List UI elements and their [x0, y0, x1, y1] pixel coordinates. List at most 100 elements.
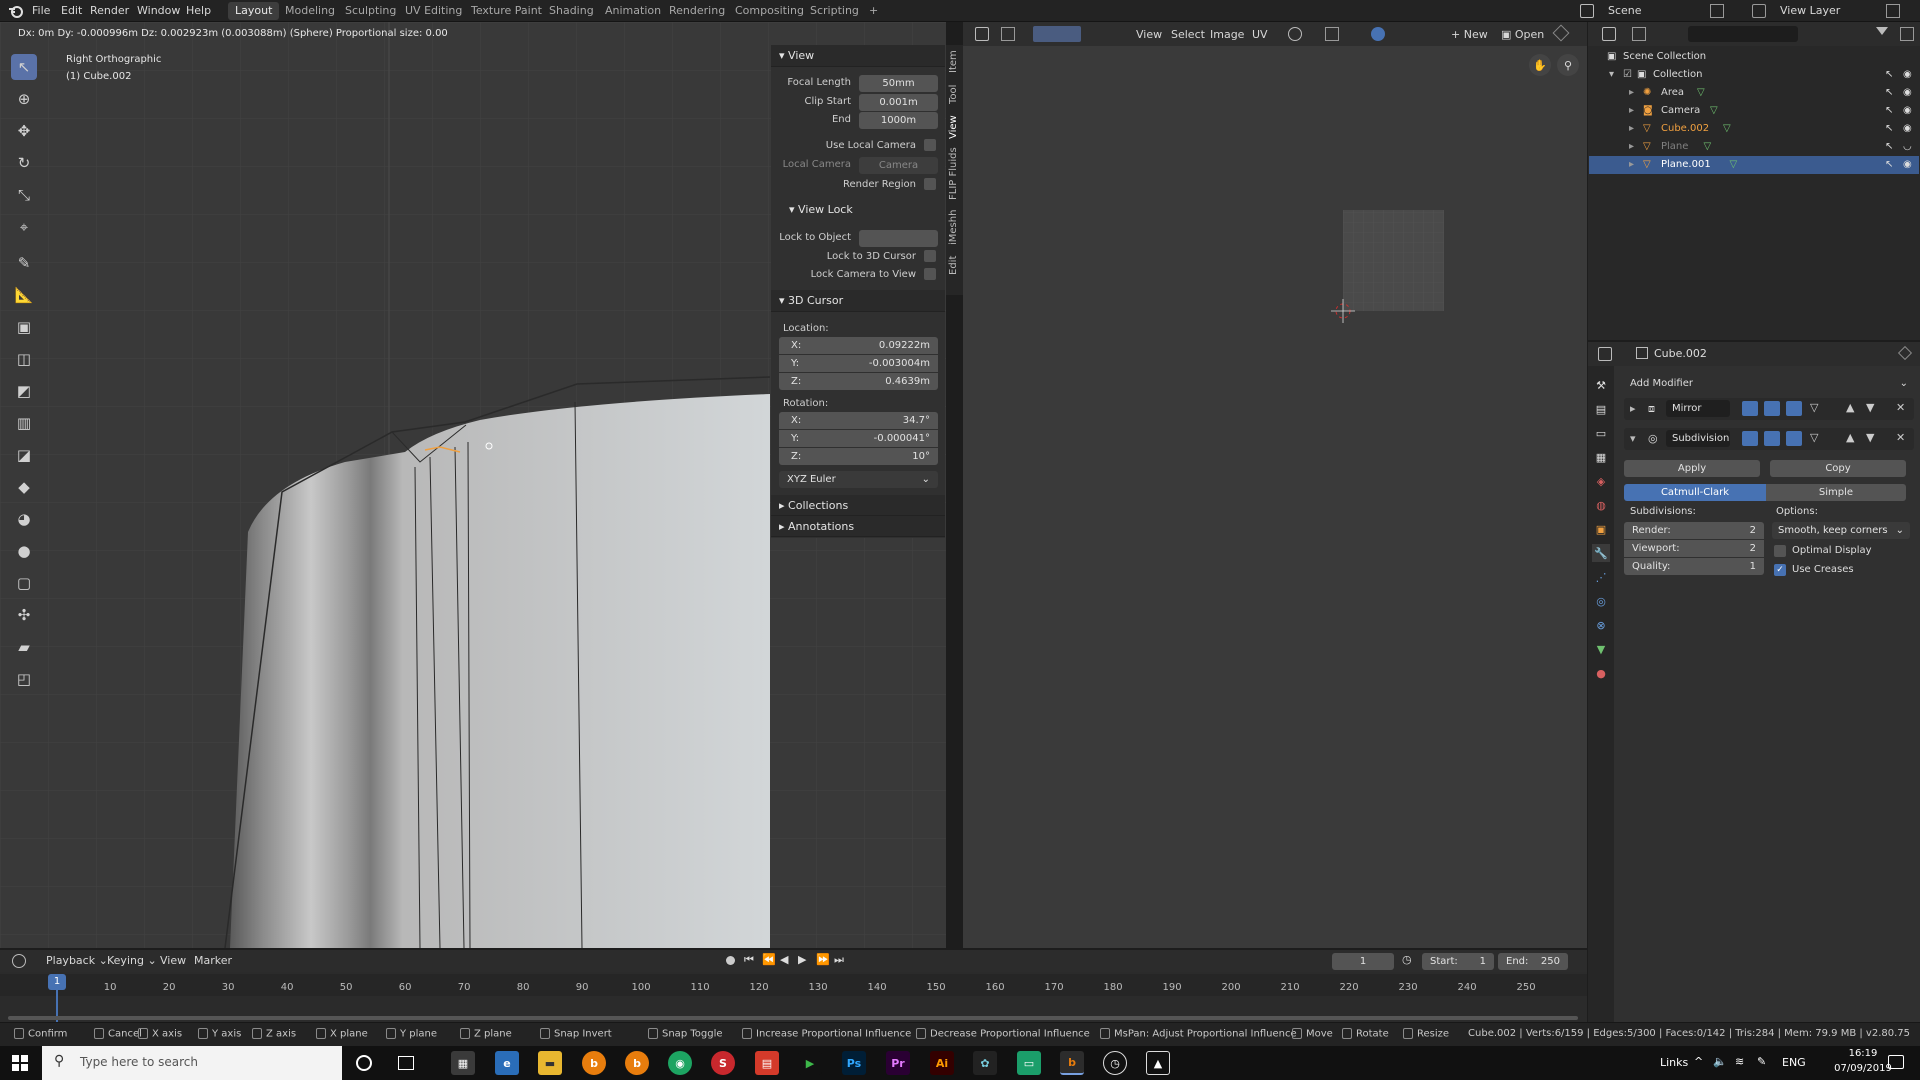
- focal-length-field[interactable]: 50mm: [859, 75, 938, 92]
- select-arrow-icon[interactable]: ↖: [1885, 138, 1893, 156]
- chevron-up-icon[interactable]: ^: [1694, 1055, 1703, 1068]
- collections-section-header[interactable]: ▸ Collections: [771, 495, 945, 516]
- tab-tool[interactable]: Tool: [948, 80, 963, 108]
- cursor-loc-z-field[interactable]: Z: 0.4639m: [779, 373, 938, 390]
- file-explorer-app-icon[interactable]: ▬: [538, 1051, 562, 1075]
- lock-camera-to-view-checkbox[interactable]: [924, 268, 936, 280]
- timeline-menu-playback[interactable]: Playback ⌄: [46, 953, 108, 969]
- extrude-tool-icon[interactable]: ▣: [11, 314, 37, 340]
- menu-edit[interactable]: Edit: [61, 3, 82, 19]
- play-store-app-icon[interactable]: ▶: [798, 1051, 822, 1075]
- premiere-app-icon[interactable]: Pr: [886, 1051, 910, 1075]
- outliner-item[interactable]: ▸ ◙ Camera ▽ ↖ ◉: [1589, 102, 1919, 120]
- chrome-app-icon[interactable]: ◉: [668, 1051, 692, 1075]
- expand-arrow-icon[interactable]: ▸: [1629, 138, 1634, 156]
- annotate-tool-icon[interactable]: ✎: [11, 250, 37, 276]
- smooth-tool-icon[interactable]: ●: [11, 538, 37, 564]
- tab-uv-editing[interactable]: UV Editing: [398, 2, 469, 20]
- pen-icon[interactable]: ✎: [1757, 1055, 1766, 1068]
- jump-end-icon[interactable]: ⏭: [834, 953, 844, 967]
- mesh-data-icon[interactable]: ▽: [1730, 156, 1738, 174]
- shear-tool-icon[interactable]: ▰: [11, 634, 37, 660]
- simple-button[interactable]: Simple: [1766, 484, 1906, 501]
- render-levels-field[interactable]: Render: 2: [1624, 522, 1764, 539]
- blender-app-icon-2[interactable]: b: [625, 1051, 649, 1075]
- wifi-icon[interactable]: ≋: [1735, 1055, 1744, 1068]
- mesh-data-icon[interactable]: ▽: [1697, 84, 1705, 102]
- image-editor[interactable]: View Select Image UV + New ▣ Open ✋ ⚲: [963, 22, 1587, 948]
- photos-app-icon[interactable]: ▲: [1146, 1051, 1170, 1075]
- scene-tab-icon[interactable]: ◈: [1592, 472, 1610, 490]
- mesh-data-icon[interactable]: ▽: [1723, 120, 1731, 138]
- tab-sculpting[interactable]: Sculpting: [338, 2, 403, 20]
- select-arrow-icon[interactable]: ↖: [1885, 84, 1893, 102]
- timeline-menu-keying[interactable]: Keying ⌄: [107, 953, 157, 969]
- viewport-toggle-icon[interactable]: [1764, 401, 1780, 416]
- rotation-mode-dropdown[interactable]: XYZ Euler ⌄: [779, 471, 938, 488]
- expand-arrow-icon[interactable]: ▸: [1629, 120, 1634, 138]
- 3d-cursor-section-header[interactable]: ▾ 3D Cursor: [771, 290, 945, 312]
- render-toggle-icon[interactable]: [1786, 431, 1802, 446]
- menu-window[interactable]: Window: [137, 3, 180, 19]
- scene-name[interactable]: Scene: [1608, 3, 1642, 19]
- app-icon-red[interactable]: S: [711, 1051, 735, 1075]
- display-mode-icon[interactable]: [1632, 27, 1646, 41]
- tab-view[interactable]: View: [948, 112, 963, 142]
- tab-flip-fluids[interactable]: FLIP Fluids: [948, 146, 963, 202]
- use-creases-checkbox[interactable]: ✓: [1774, 564, 1786, 576]
- current-frame-field[interactable]: 1: [1332, 953, 1394, 970]
- blender-logo-icon[interactable]: [8, 3, 24, 19]
- volume-icon[interactable]: 🔈: [1713, 1055, 1727, 1068]
- constraints-tab-icon[interactable]: ⊗: [1592, 616, 1610, 634]
- task-view-icon[interactable]: [398, 1056, 414, 1070]
- properties-type-icon[interactable]: [1598, 347, 1612, 361]
- jump-keyframe-forward-icon[interactable]: ⏩: [816, 953, 830, 966]
- tab-texture-paint[interactable]: Texture Paint: [464, 2, 549, 20]
- scene-browse-icon[interactable]: [1710, 4, 1724, 18]
- view-layer-name[interactable]: View Layer: [1780, 3, 1840, 19]
- tab-animation[interactable]: Animation: [598, 2, 668, 20]
- app-icon-colorful[interactable]: ✿: [973, 1051, 997, 1075]
- output-properties-tab-icon[interactable]: ▭: [1592, 424, 1610, 442]
- data-tab-icon[interactable]: ▼: [1592, 640, 1610, 658]
- eye-icon[interactable]: ◉: [1903, 66, 1912, 84]
- expand-arrow-icon[interactable]: ▸: [1629, 102, 1634, 120]
- calculator-app-icon[interactable]: ▦: [451, 1051, 475, 1075]
- close-icon[interactable]: ✕: [1896, 431, 1905, 444]
- playhead[interactable]: 1: [48, 974, 66, 990]
- tab-scripting[interactable]: Scripting: [803, 2, 866, 20]
- blender-app-icon[interactable]: b: [582, 1051, 606, 1075]
- stopwatch-icon[interactable]: ◷: [1402, 953, 1412, 966]
- tab-rendering[interactable]: Rendering: [662, 2, 732, 20]
- view-layer-browse-icon[interactable]: [1886, 4, 1900, 18]
- view-layer-tab-icon[interactable]: ▦: [1592, 448, 1610, 466]
- select-arrow-icon[interactable]: ↖: [1885, 102, 1893, 120]
- play-reverse-icon[interactable]: ◀: [780, 953, 788, 966]
- close-icon[interactable]: ✕: [1896, 401, 1905, 414]
- timeline-scrollbar[interactable]: [8, 1016, 1578, 1020]
- eye-icon[interactable]: ◡: [1903, 138, 1912, 156]
- view-section-header[interactable]: ▾ View: [771, 45, 945, 67]
- new-collection-icon[interactable]: [1900, 27, 1914, 41]
- notification-icon[interactable]: [1888, 1055, 1904, 1069]
- start-frame-field[interactable]: Start: 1: [1422, 953, 1494, 970]
- material-tab-icon[interactable]: ●: [1592, 664, 1610, 682]
- timeline[interactable]: Playback ⌄ Keying ⌄ View Marker ⏮ ⏪ ◀ ▶ …: [0, 950, 1587, 1022]
- viewport-levels-field[interactable]: Viewport: 2: [1624, 540, 1764, 557]
- local-camera-field[interactable]: Camera: [859, 157, 938, 174]
- expand-arrow-icon[interactable]: ▾: [1630, 432, 1636, 445]
- mesh-data-icon[interactable]: ▽: [1704, 138, 1712, 156]
- rip-region-tool-icon[interactable]: ◰: [11, 666, 37, 692]
- add-workspace-button[interactable]: +: [862, 2, 885, 20]
- loop-cut-tool-icon[interactable]: ▥: [11, 410, 37, 436]
- view-lock-subheader[interactable]: ▾ View Lock: [771, 200, 945, 220]
- on-cage-icon[interactable]: ▽: [1810, 401, 1818, 414]
- tab-shading[interactable]: Shading: [542, 2, 601, 20]
- tab-modeling[interactable]: Modeling: [278, 2, 342, 20]
- cursor-rot-x-field[interactable]: X: 34.7°: [779, 412, 938, 429]
- select-arrow-icon[interactable]: ↖: [1885, 120, 1893, 138]
- play-icon[interactable]: ▶: [798, 953, 806, 966]
- optimal-display-checkbox[interactable]: [1774, 545, 1786, 557]
- knife-tool-icon[interactable]: ◪: [11, 442, 37, 468]
- expand-arrow-icon[interactable]: ▸: [1630, 402, 1636, 415]
